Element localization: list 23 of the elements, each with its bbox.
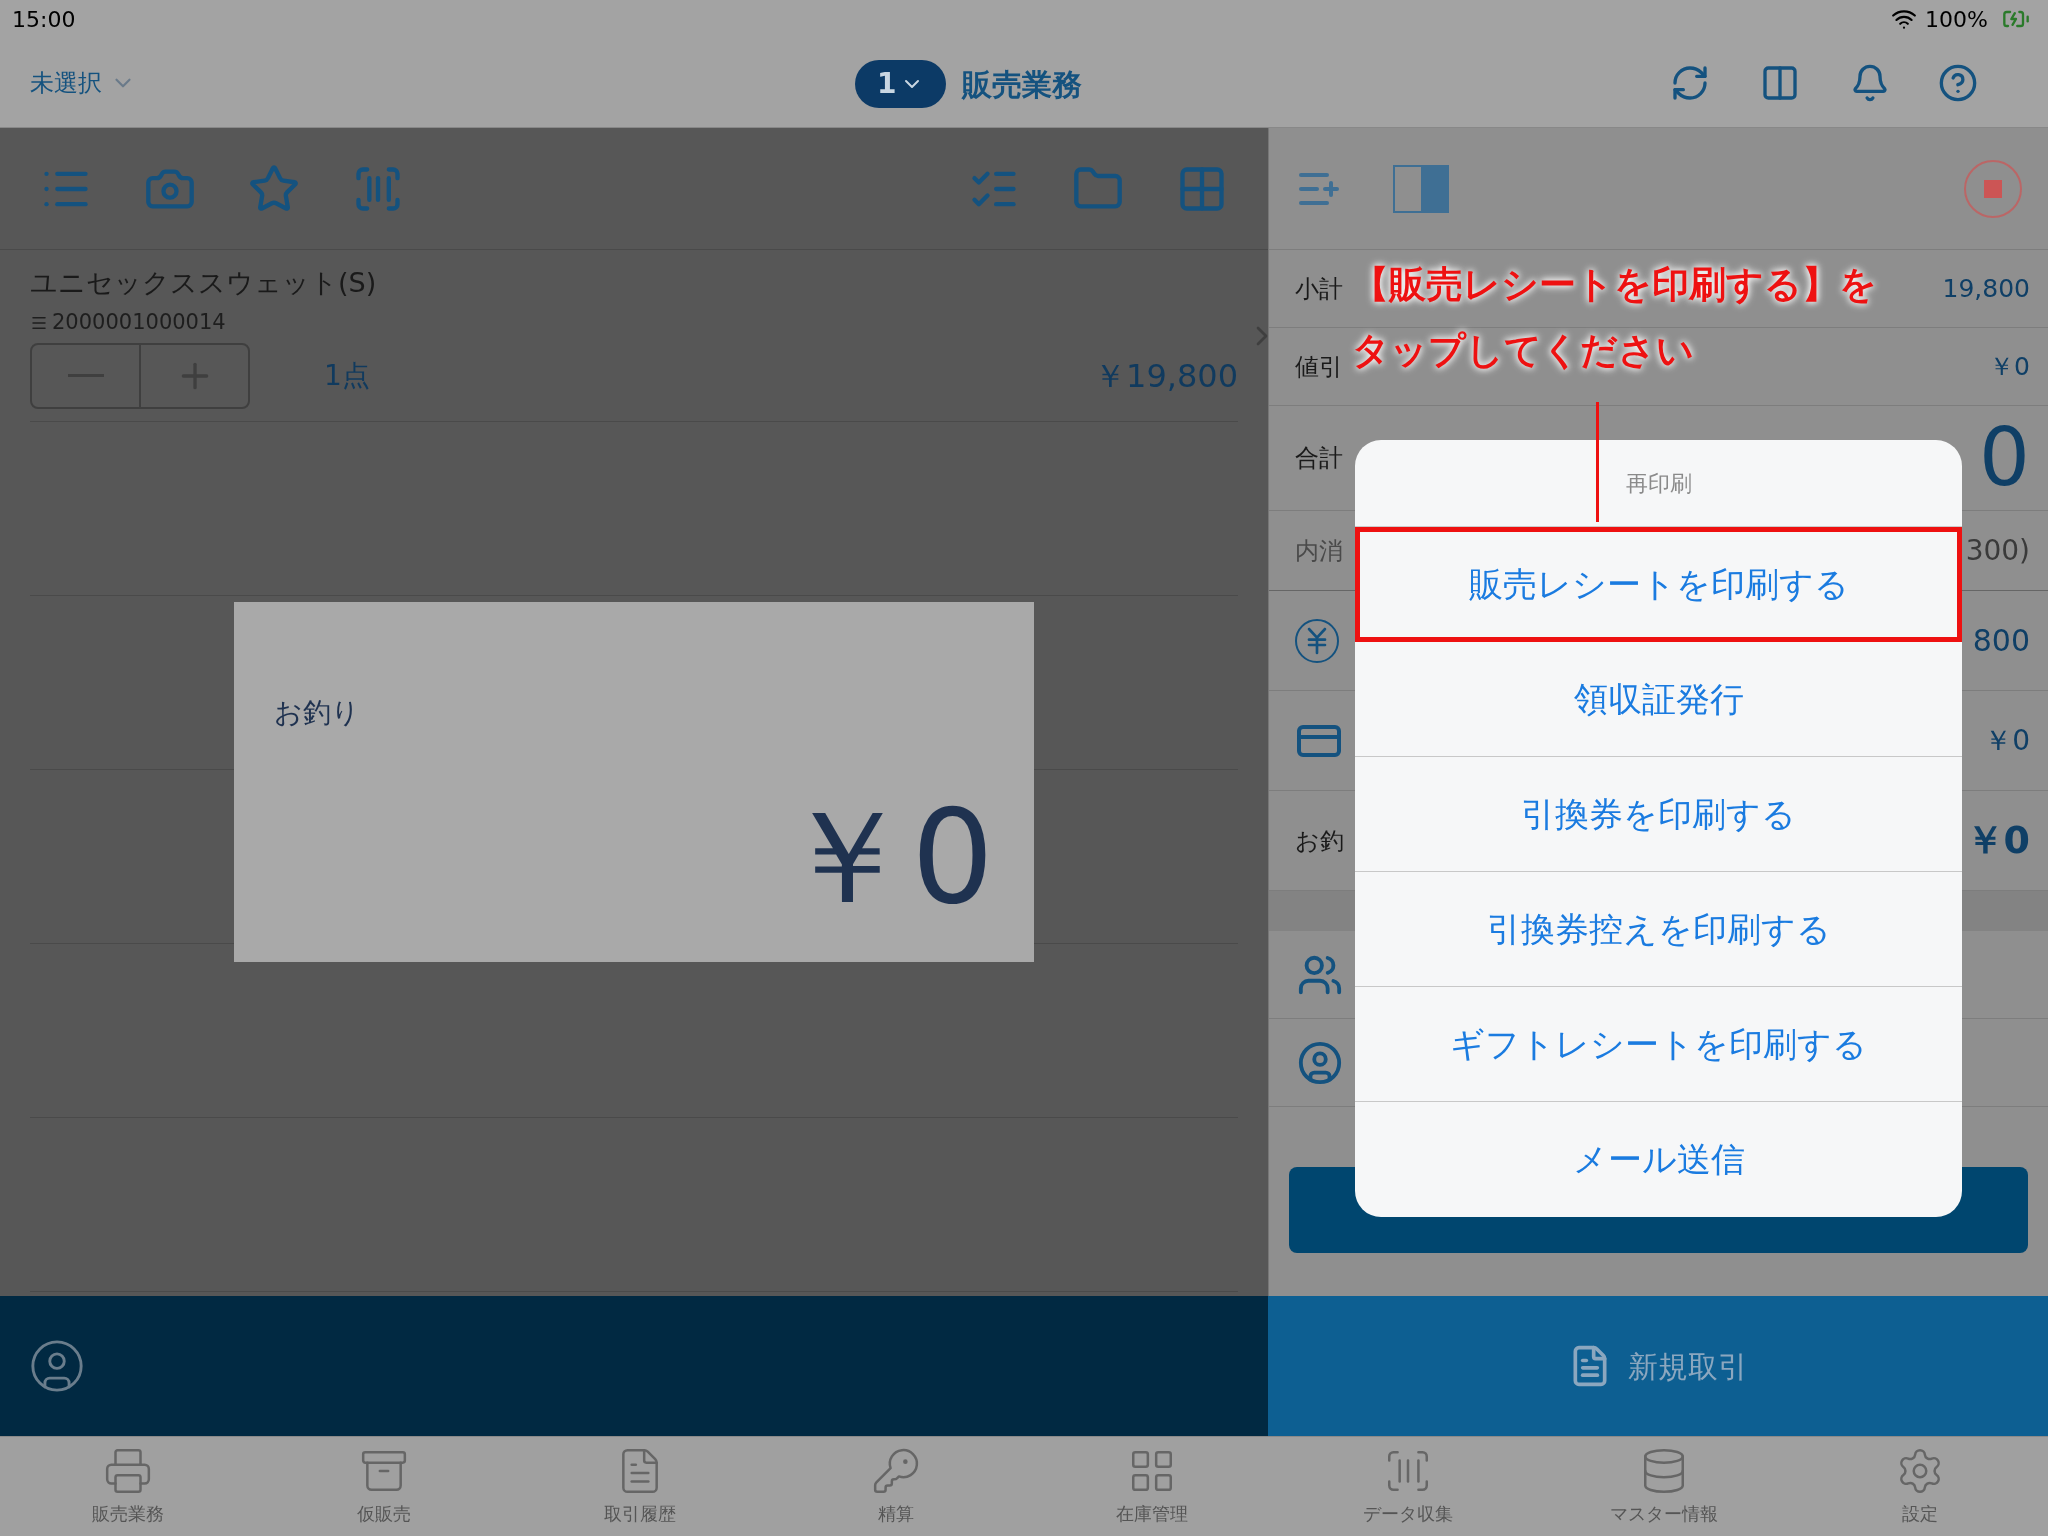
summary-value: 300) xyxy=(1965,532,2030,569)
summary-label: 合計 xyxy=(1295,443,1343,474)
battery-percent: 100% xyxy=(1925,5,1988,34)
summary-label: 値引 xyxy=(1295,351,1343,383)
change-amount: ￥0 xyxy=(781,792,994,922)
summary-label: 小計 xyxy=(1295,273,1343,305)
item-name: ユニセックススウェット(S) xyxy=(30,265,378,300)
summary-value: ￥0 xyxy=(1984,722,2030,759)
summary-value: 800 xyxy=(1972,622,2030,660)
annotation-text: 【販売レシートを印刷する】を タップしてください xyxy=(1352,262,1877,374)
sheet-title: 再印刷 xyxy=(1625,469,1692,498)
total-value: 0 xyxy=(1979,410,2030,506)
item-code: 2000001000014 xyxy=(52,309,226,336)
item-quantity: 1点 xyxy=(324,357,370,394)
summary-value: 19,800 xyxy=(1942,272,2030,305)
summary-value: ￥0 xyxy=(1965,817,2030,864)
clock-time: 15:00 xyxy=(12,5,76,34)
screen-title: 販売業務 xyxy=(962,65,1083,104)
item-price: ￥19,800 xyxy=(1094,355,1238,397)
summary-label: 内消 xyxy=(1295,535,1343,567)
change-label: お釣り xyxy=(274,695,361,731)
summary-label: お釣 xyxy=(1295,825,1344,857)
summary-value: ￥0 xyxy=(1989,350,2030,383)
